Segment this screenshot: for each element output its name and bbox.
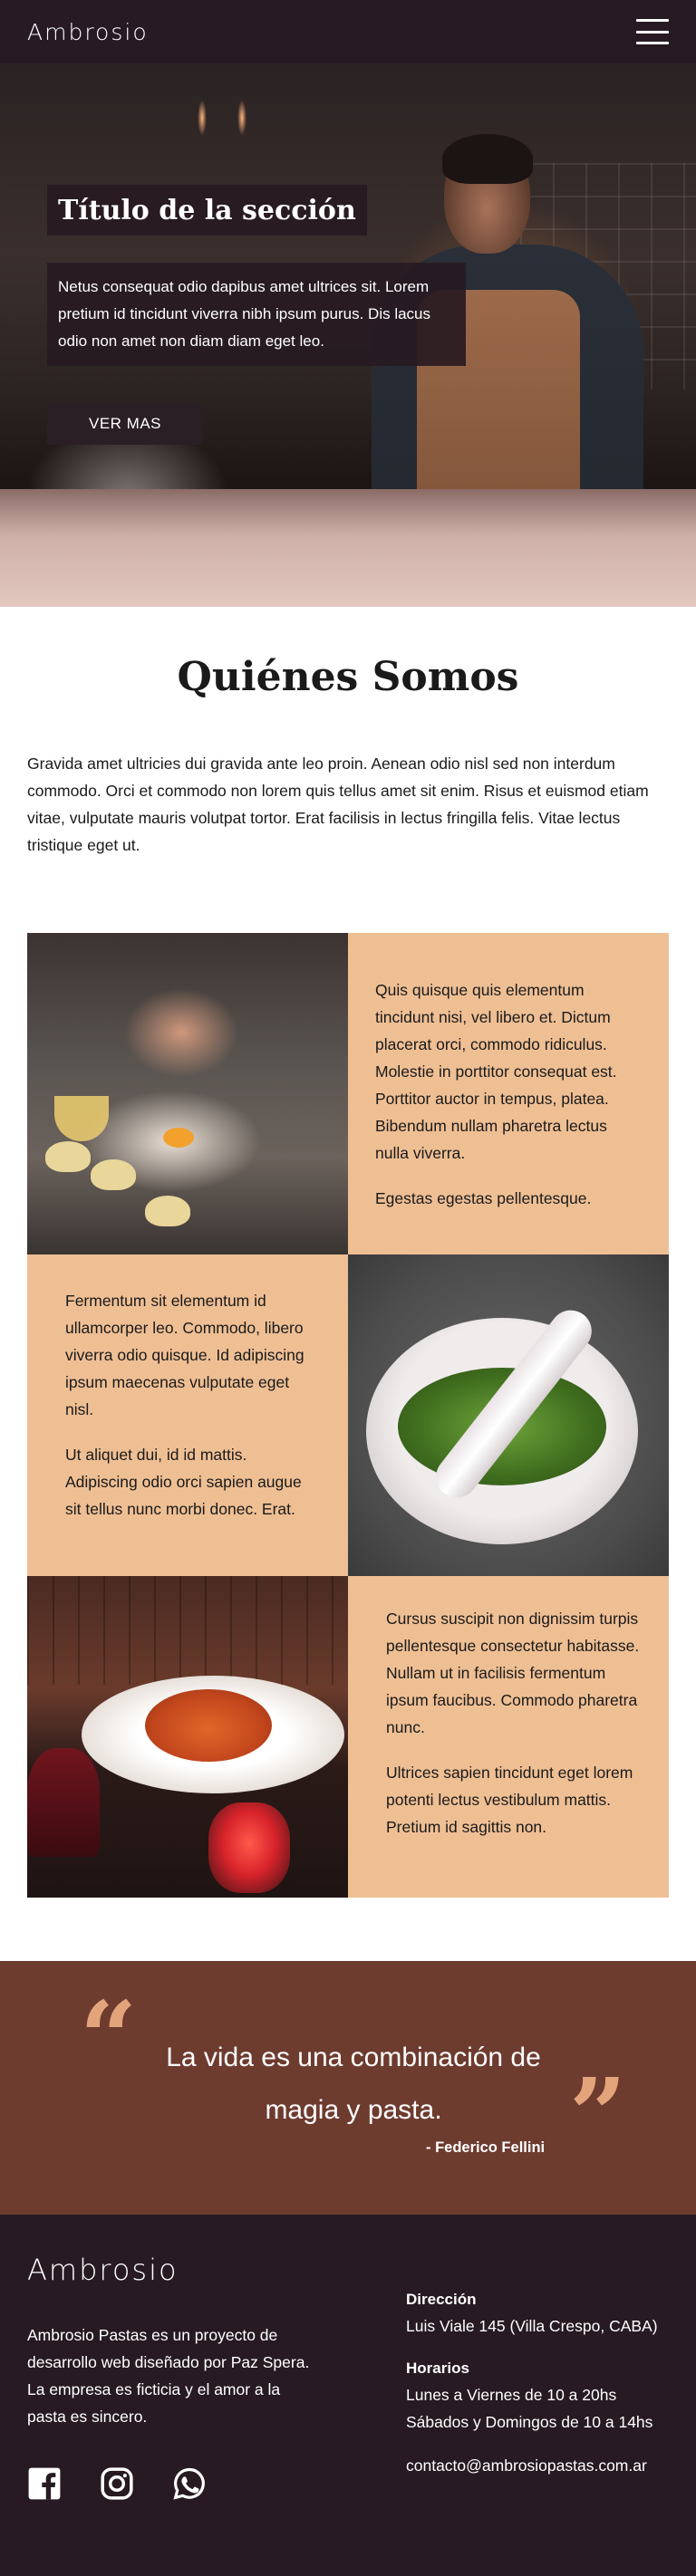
hours-weekdays: Lunes a Viernes de 10 a 20hs	[406, 2386, 617, 2404]
egg-bowl	[54, 1096, 109, 1141]
facebook-icon[interactable]	[27, 2466, 62, 2501]
hamburger-line	[636, 30, 669, 34]
hero-text: Netus consequat odio dapibus amet ultric…	[47, 263, 466, 366]
hours-label: Horarios	[406, 2360, 469, 2377]
feature-2-paragraph-2: Ut aliquet dui, id id mattis. Adipiscing…	[65, 1446, 302, 1518]
hero-lamp	[237, 100, 246, 136]
hero-lamp	[198, 100, 207, 136]
hours-block: Horarios Lunes a Viernes de 10 a 20hs Sá…	[406, 2356, 678, 2436]
whatsapp-icon[interactable]	[172, 2466, 207, 2501]
ravioli	[45, 1141, 91, 1172]
ravioli	[145, 1196, 190, 1226]
pasta-making-image	[27, 933, 348, 1254]
hero-title: Título de la sección	[47, 185, 367, 235]
feature-1-paragraph-1: Quis quisque quis elementum tincidunt ni…	[375, 981, 617, 1162]
features-grid: Quis quisque quis elementum tincidunt ni…	[27, 933, 669, 1898]
feature-3-paragraph-2: Ultrices sapien tincidunt eget lorem pot…	[386, 1764, 633, 1836]
hamburger-line	[636, 19, 669, 22]
pesto-mortar-image	[348, 1254, 669, 1576]
feature-text-1: Quis quisque quis elementum tincidunt ni…	[348, 933, 669, 1254]
feature-text-3: Cursus suscipit non dignissim turpis pel…	[348, 1576, 669, 1898]
brand-logo[interactable]: Ambrosio	[27, 19, 149, 45]
quote-author: - Federico Fellini	[426, 2139, 546, 2156]
footer: Ambrosio Ambrosio Pastas es un proyecto …	[0, 2215, 696, 2576]
wood-panel	[27, 1576, 348, 1685]
address-label: Dirección	[406, 2291, 477, 2308]
hero-section: Título de la sección Netus consequat odi…	[0, 63, 696, 607]
instagram-icon[interactable]	[100, 2466, 134, 2501]
ravioli	[91, 1159, 136, 1190]
feature-1-paragraph-2: Egestas egestas pellentesque.	[375, 1189, 592, 1207]
feature-text-2: Fermentum sit elementum id ullamcorper l…	[27, 1254, 348, 1576]
about-title: Quiénes Somos	[177, 654, 519, 700]
hero-counter	[0, 489, 696, 607]
hamburger-line	[636, 42, 669, 44]
close-quote-icon: ”	[569, 2056, 627, 2173]
about-text: Gravida amet ultricies dui gravida ante …	[27, 755, 649, 854]
quote-text: La vida es una combinación de magia y pa…	[166, 2043, 541, 2125]
quote-section: “ La vida es una combinación de magia y …	[0, 1961, 696, 2215]
wine-glass	[27, 1748, 100, 1857]
spaghetti	[145, 1689, 272, 1762]
footer-info: Dirección Luis Viale 145 (Villa Crespo, …	[406, 2287, 678, 2479]
footer-description: Ambrosio Pastas es un proyecto de desarr…	[27, 2326, 310, 2426]
hero-chef-hair	[442, 134, 533, 184]
address-block: Dirección Luis Viale 145 (Villa Crespo, …	[406, 2287, 678, 2340]
spaghetti-plate-image	[27, 1576, 348, 1898]
feature-3-paragraph-1: Cursus suscipit non dignissim turpis pel…	[386, 1610, 640, 1736]
email-link[interactable]: contacto@ambrosiopastas.com.ar	[406, 2452, 678, 2479]
social-links	[27, 2466, 207, 2501]
footer-brand-logo[interactable]: Ambrosio	[27, 2253, 179, 2287]
egg-yolk	[163, 1128, 194, 1148]
feature-2-paragraph-1: Fermentum sit elementum id ullamcorper l…	[65, 1292, 304, 1418]
address-value: Luis Viale 145 (Villa Crespo, CABA)	[406, 2317, 658, 2335]
navbar: Ambrosio	[0, 0, 696, 63]
candle	[208, 1802, 290, 1893]
ver-mas-button[interactable]: VER MAS	[47, 403, 203, 445]
hours-weekend: Sábados y Domingos de 10 a 14hs	[406, 2413, 653, 2431]
hamburger-menu-icon[interactable]	[636, 19, 669, 44]
